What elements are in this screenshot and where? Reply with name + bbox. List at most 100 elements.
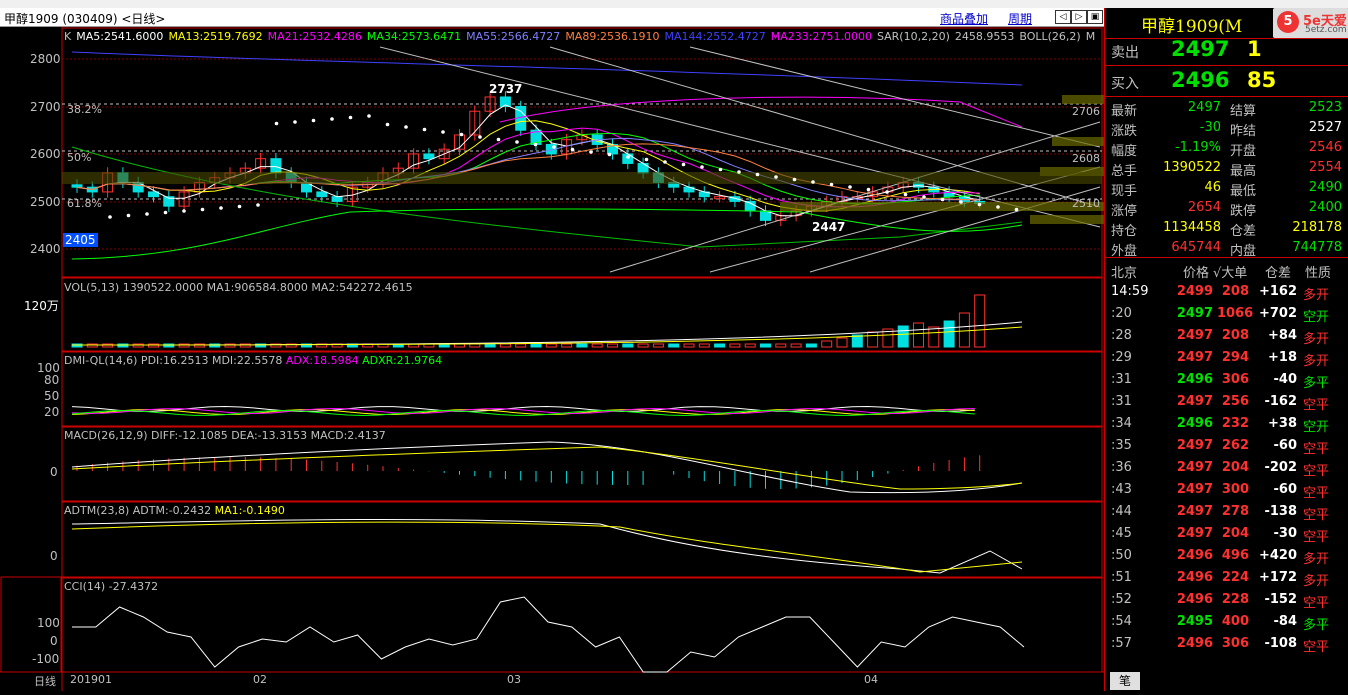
tick-row[interactable]: :28 2497 208 +84 多开 bbox=[1105, 325, 1348, 347]
prev-icon[interactable]: ◁ bbox=[1055, 10, 1071, 24]
tick-row[interactable]: :52 2496 228 -152 空平 bbox=[1105, 589, 1348, 611]
sar-dot bbox=[219, 206, 223, 210]
stat-label: 最低 bbox=[1230, 184, 1257, 199]
tick-time: :31 bbox=[1111, 394, 1132, 409]
sar-dot bbox=[311, 118, 316, 123]
tick-type: 多开 bbox=[1303, 552, 1330, 567]
dmi-legend-main: DMI-QL(14,6) PDI:16.2513 MDI:22.5578 bbox=[64, 354, 283, 367]
ma-line bbox=[76, 132, 980, 205]
tick-time: :43 bbox=[1111, 482, 1132, 497]
tick-time: :36 bbox=[1111, 460, 1132, 475]
tick-row[interactable]: :51 2496 224 +172 多开 bbox=[1105, 567, 1348, 589]
low-price-label: 2447 bbox=[812, 220, 846, 234]
cycle-link[interactable]: 周期 bbox=[1008, 10, 1032, 27]
macd-legend: MACD(26,12,9) DIFF:-12.1085 DEA:-13.3153… bbox=[64, 429, 386, 442]
restore-icon[interactable]: ▣ bbox=[1087, 10, 1103, 24]
volume-bar bbox=[790, 343, 802, 348]
tick-price: 2496 bbox=[1176, 570, 1213, 585]
boll-lower-line bbox=[71, 146, 1023, 248]
volume-bar bbox=[729, 343, 741, 348]
tick-time: :29 bbox=[1111, 350, 1132, 365]
sar-dot bbox=[737, 170, 741, 174]
tick-row[interactable]: 14:59 2499 208 +162 多开 bbox=[1105, 281, 1348, 303]
candle-body bbox=[331, 196, 343, 202]
sar-dot bbox=[996, 205, 1000, 209]
stat-value: 645744 bbox=[1171, 240, 1221, 255]
kline-legend-item: MA5:2541.6000 bbox=[76, 30, 164, 43]
stat-value: 2523 bbox=[1308, 100, 1342, 115]
y-tick-2400: 2400 bbox=[30, 242, 61, 256]
x-label-04: 04 bbox=[864, 673, 878, 686]
vol-ma1-line bbox=[71, 321, 1023, 346]
ma-line bbox=[76, 127, 980, 208]
buy-row: 买入 2496 85 bbox=[1105, 66, 1348, 97]
adtm-legend-ma: MA1:-0.1490 bbox=[214, 504, 285, 517]
stats-divider bbox=[1105, 257, 1348, 258]
dmi-y-20: 20 bbox=[44, 405, 60, 419]
tick-type: 多开 bbox=[1303, 288, 1330, 303]
volume-bar bbox=[867, 331, 879, 348]
tick-row[interactable]: :34 2496 232 +38 空开 bbox=[1105, 413, 1348, 435]
sar-dot bbox=[385, 122, 390, 127]
volume-bar bbox=[132, 343, 144, 348]
sar-dot bbox=[108, 215, 112, 219]
volume-bar bbox=[760, 343, 771, 348]
price-band bbox=[1052, 137, 1104, 146]
tick-row[interactable]: :57 2496 306 -108 空平 bbox=[1105, 633, 1348, 655]
high-price-label: 2737 bbox=[489, 82, 523, 96]
tick-price: 2497 bbox=[1176, 394, 1213, 409]
tick-volume: 228 bbox=[1221, 592, 1249, 607]
tick-type: 空开 bbox=[1303, 420, 1330, 435]
tick-volume: 278 bbox=[1221, 504, 1249, 519]
x-label-201901: 201901 bbox=[70, 673, 112, 686]
tab-ticks[interactable]: 笔 bbox=[1110, 672, 1140, 690]
stat-value: 744778 bbox=[1292, 240, 1342, 255]
next-icon[interactable]: ▷ bbox=[1071, 10, 1087, 24]
tick-row[interactable]: :35 2497 262 -60 空平 bbox=[1105, 435, 1348, 457]
tick-volume: 1066 bbox=[1217, 306, 1254, 321]
tick-row[interactable]: :29 2497 294 +18 多开 bbox=[1105, 347, 1348, 369]
price-band bbox=[1030, 215, 1104, 224]
kline-legend-item: SAR(10,2,20) bbox=[876, 30, 950, 43]
stat-value: 2490 bbox=[1308, 180, 1342, 195]
overlay-link[interactable]: 商品叠加 bbox=[940, 10, 988, 27]
sar-dot bbox=[626, 155, 630, 159]
stat-value: 2654 bbox=[1187, 200, 1221, 215]
tick-row[interactable]: :36 2497 204 -202 空平 bbox=[1105, 457, 1348, 479]
sar-dot bbox=[515, 140, 519, 144]
kline-legend-item: MA13:2519.7692 bbox=[168, 30, 263, 43]
cycle-label: 日线 bbox=[34, 673, 56, 689]
stat-label: 昨结 bbox=[1230, 124, 1257, 139]
volume-bar bbox=[958, 312, 970, 348]
volume-bar bbox=[484, 343, 496, 348]
volume-bar bbox=[102, 343, 114, 348]
tick-oi-change: -60 bbox=[1273, 482, 1298, 497]
sar-dot bbox=[404, 125, 408, 129]
volume-bar bbox=[622, 343, 634, 348]
price-band bbox=[780, 202, 1104, 211]
tick-row[interactable]: :20 2497 1066 +702 空开 bbox=[1105, 303, 1348, 325]
chart-area[interactable]: K MA5:2541.6000 MA13:2519.7692 MA21:2532.42… bbox=[0, 27, 1104, 691]
volume-bar bbox=[775, 343, 787, 348]
tick-row[interactable]: :45 2497 204 -30 空平 bbox=[1105, 523, 1348, 545]
level-2706: 2706 bbox=[1072, 105, 1100, 118]
kline-legend-item: MA144:2552.4727 bbox=[664, 30, 766, 43]
contract-name: 甲醇1909(M bbox=[1141, 17, 1243, 37]
sar-dot bbox=[237, 204, 242, 209]
buy-label: 买入 bbox=[1111, 76, 1139, 92]
tick-row[interactable]: :44 2497 278 -138 空平 bbox=[1105, 501, 1348, 523]
tick-time: :51 bbox=[1111, 570, 1132, 585]
tick-row[interactable]: :50 2496 496 +420 多开 bbox=[1105, 545, 1348, 567]
sar-dot bbox=[552, 145, 556, 149]
volume-bar bbox=[668, 343, 680, 348]
trend-line bbox=[689, 46, 1101, 148]
tick-row[interactable]: :31 2496 306 -40 多平 bbox=[1105, 369, 1348, 391]
tick-price: 2495 bbox=[1176, 614, 1213, 629]
volume-bar bbox=[698, 343, 710, 348]
kline-legend-item: K bbox=[64, 30, 72, 43]
tick-row[interactable]: :43 2497 300 -60 空平 bbox=[1105, 479, 1348, 501]
tick-row[interactable]: :54 2495 400 -84 多平 bbox=[1105, 611, 1348, 633]
tick-type: 多开 bbox=[1303, 332, 1330, 347]
logo-subtext: 5etz.com bbox=[1305, 25, 1347, 35]
tick-row[interactable]: :31 2497 256 -162 空平 bbox=[1105, 391, 1348, 413]
